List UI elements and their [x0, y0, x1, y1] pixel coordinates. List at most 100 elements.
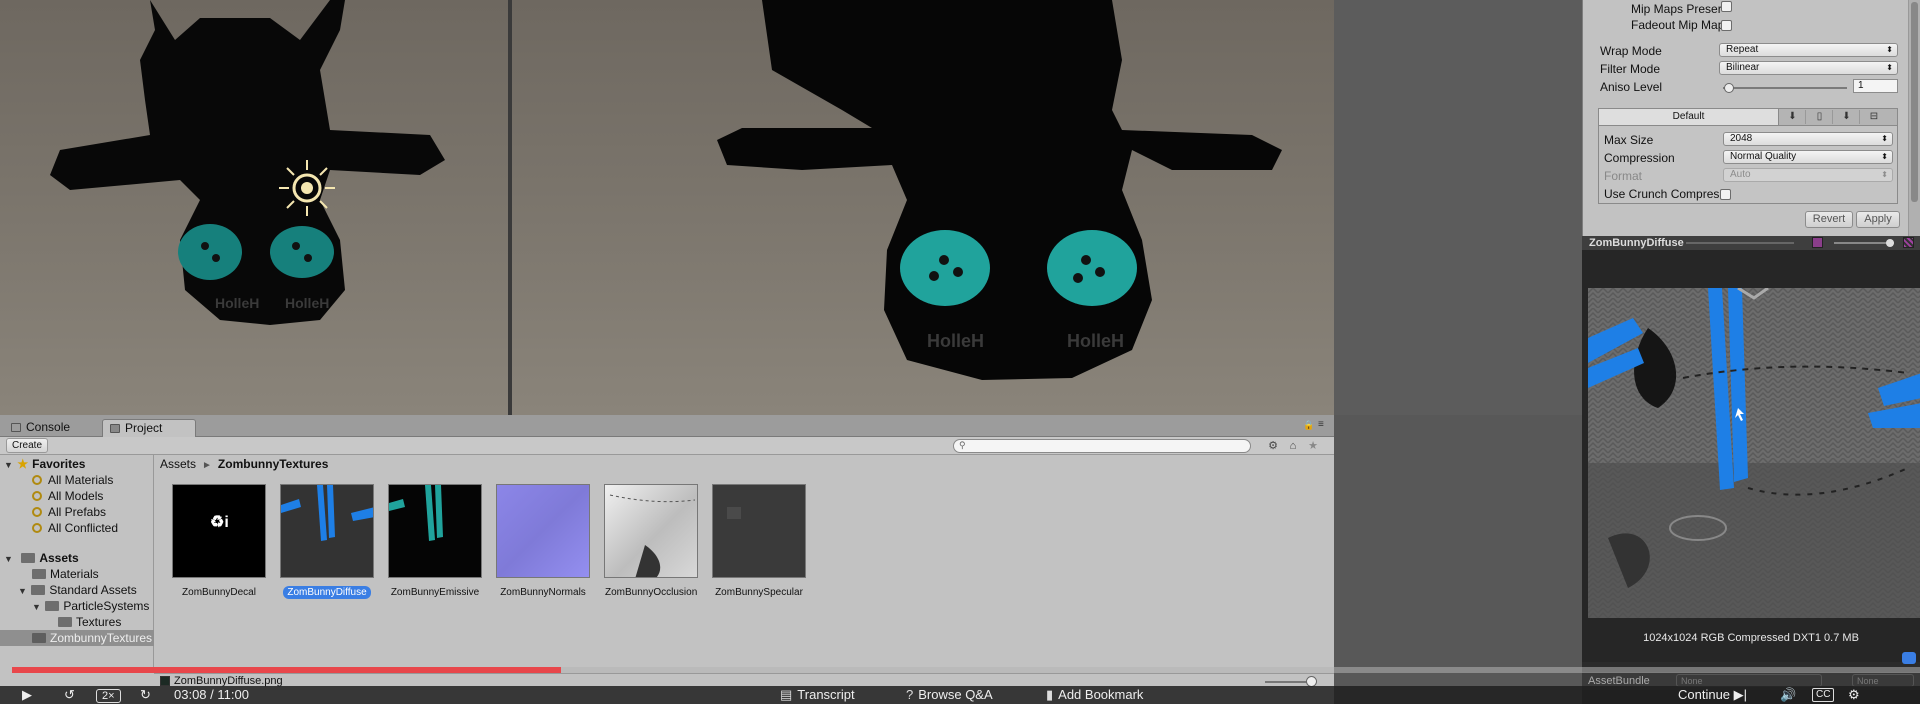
preview-header-divider	[1686, 242, 1794, 244]
mip-slider[interactable]	[1834, 242, 1894, 244]
asset-zombunny-decal[interactable]: ♻i ZomBunnyDecal	[169, 484, 269, 598]
scene-view[interactable]: HolleH HolleH	[0, 0, 508, 415]
alpha-channel-icon[interactable]	[1903, 237, 1914, 248]
aniso-level-slider[interactable]	[1723, 87, 1847, 89]
favorite-label: All Materials	[48, 473, 114, 487]
right-eye-patch	[270, 226, 334, 278]
label-tag-icon[interactable]	[1902, 652, 1916, 664]
asset-label: ZomBunnyOcclusion	[605, 587, 698, 598]
transcript-button[interactable]: ▤ Transcript	[780, 687, 855, 703]
asset-zombunny-occlusion[interactable]: ZomBunnyOcclusion	[601, 484, 701, 598]
asset-zombunny-diffuse[interactable]: ZomBunnyDiffuse	[277, 484, 377, 599]
tree-materials[interactable]: Materials	[32, 566, 99, 582]
zombunny-textures-label: ZombunnyTextures	[50, 631, 153, 645]
lock-icon[interactable]: 🔒	[1303, 420, 1314, 431]
download-icon[interactable]: ⬇	[1780, 110, 1806, 124]
favorite-all-conflicted[interactable]: All Conflicted	[32, 520, 118, 536]
transcript-label: Transcript	[797, 687, 855, 702]
mip-maps-preserve-checkbox[interactable]	[1721, 1, 1732, 12]
search-icon	[32, 491, 42, 501]
add-bookmark-button[interactable]: ▮ Add Bookmark	[1046, 687, 1143, 703]
textures-label: Textures	[76, 615, 122, 629]
tab-console[interactable]: Console	[4, 419, 100, 437]
search-icon	[32, 475, 42, 485]
svg-text:HolleH: HolleH	[1067, 331, 1124, 351]
favorite-all-materials[interactable]: All Materials	[32, 472, 113, 488]
forward-icon[interactable]: ↻	[140, 687, 151, 703]
fadeout-mip-maps-checkbox[interactable]	[1721, 20, 1732, 31]
search-by-type-icon[interactable]: ⚙	[1266, 439, 1280, 453]
browse-qa-button[interactable]: ? Browse Q&A	[906, 687, 993, 703]
materials-label: Materials	[50, 567, 99, 581]
zombunny-model-closeup: HolleH HolleH	[717, 0, 1282, 380]
fold-arrow-icon[interactable]: ▼	[4, 554, 14, 564]
fold-arrow-icon[interactable]: ▼	[18, 586, 28, 596]
favorite-all-prefabs[interactable]: All Prefabs	[32, 504, 106, 520]
asset-zombunny-emissive[interactable]: ZomBunnyEmissive	[385, 484, 485, 598]
search-by-label-icon[interactable]: ⌂	[1286, 439, 1300, 453]
dropdown-arrow-icon: ⬍	[1881, 134, 1888, 143]
project-search-input[interactable]: ⚲	[953, 439, 1251, 453]
apply-button[interactable]: Apply	[1856, 211, 1900, 228]
project-panel: Console Project 🔒 ≡ Create ▾ ⚲ ⚙ ⌂ ★ ▼	[0, 415, 1334, 704]
play-icon[interactable]: ▶	[22, 687, 32, 703]
aniso-level-field[interactable]: 1	[1853, 79, 1898, 93]
dropdown-arrow-icon: ⬍	[1886, 45, 1893, 54]
tree-textures[interactable]: Textures	[58, 614, 121, 630]
save-search-star-icon[interactable]: ★	[1306, 439, 1320, 453]
favorite-all-models[interactable]: All Models	[32, 488, 103, 504]
platform-settings-box: Default ⬇ ▯ ⬇ ⊟ Max Size 2048 ⬍ Compressi…	[1598, 108, 1898, 204]
max-size-dropdown[interactable]: 2048 ⬍	[1723, 132, 1893, 146]
rewind-icon[interactable]: ↺	[64, 687, 75, 703]
wrap-mode-dropdown[interactable]: Repeat ⬍	[1719, 43, 1898, 57]
empty-dock-area-lower	[1334, 415, 1582, 704]
mobile-icon[interactable]: ▯	[1807, 110, 1833, 124]
search-icon: ⚲	[959, 440, 966, 450]
platform-tab-default[interactable]: Default	[1599, 109, 1779, 125]
tree-particle-systems[interactable]: ▼ ParticleSystems	[32, 598, 149, 614]
compression-dropdown[interactable]: Normal Quality ⬍	[1723, 150, 1893, 164]
tab-project[interactable]: Project	[102, 419, 196, 437]
playback-speed-button[interactable]: 2×	[96, 687, 121, 703]
tree-standard-assets[interactable]: ▼ Standard Assets	[18, 582, 137, 598]
tree-zombunny-textures[interactable]: ZombunnyTextures	[0, 630, 154, 646]
search-icon	[32, 523, 42, 533]
filter-mode-dropdown[interactable]: Bilinear ⬍	[1719, 61, 1898, 75]
asset-zombunny-normals[interactable]: ZomBunnyNormals	[493, 484, 593, 598]
rgb-channel-icon[interactable]	[1812, 237, 1823, 248]
aniso-level-slider-knob[interactable]	[1724, 83, 1734, 93]
fold-arrow-icon[interactable]: ▼	[4, 460, 14, 470]
texture-preview: 1024x1024 RGB Compressed DXT1 0.7 MB	[1582, 250, 1920, 664]
panel-menu-icon[interactable]: ≡	[1318, 419, 1324, 430]
format-value: Auto	[1730, 169, 1751, 180]
fold-arrow-icon[interactable]: ▼	[32, 602, 42, 612]
use-crunch-label: Use Crunch Compres	[1604, 187, 1720, 201]
continue-button[interactable]: Continue ▶|	[1678, 687, 1747, 703]
captions-button[interactable]: CC	[1812, 688, 1835, 702]
android-download-icon[interactable]: ⬇	[1834, 110, 1860, 124]
video-progress-bar[interactable]	[12, 667, 1920, 673]
create-button[interactable]: Create ▾	[6, 438, 48, 464]
settings-gear-icon[interactable]: ⚙	[1848, 687, 1860, 703]
mip-slider-knob[interactable]	[1886, 239, 1894, 247]
use-crunch-checkbox[interactable]	[1720, 188, 1732, 200]
inspector-scroll-thumb[interactable]	[1911, 2, 1918, 202]
breadcrumb: Assets ► ZombunnyTextures	[160, 455, 328, 473]
filter-mode-label: Filter Mode	[1600, 62, 1661, 76]
inspector-scrollbar[interactable]	[1908, 0, 1920, 236]
tree-assets[interactable]: ▼ Assets	[4, 550, 79, 566]
left-eye-patch	[178, 224, 242, 280]
breadcrumb-current[interactable]: ZombunnyTextures	[218, 457, 328, 471]
game-view[interactable]: HolleH HolleH	[512, 0, 1334, 415]
tree-favorites[interactable]: ▼ ★ Favorites	[4, 456, 85, 472]
asset-zombunny-specular[interactable]: ZomBunnySpecular	[709, 484, 809, 598]
html5-icon[interactable]: ⊟	[1861, 110, 1887, 124]
revert-button[interactable]: Revert	[1805, 211, 1853, 228]
project-toolbar: Create ▾ ⚲ ⚙ ⌂ ★	[0, 437, 1334, 464]
breadcrumb-assets[interactable]: Assets	[160, 457, 196, 471]
filter-mode-value: Bilinear	[1726, 62, 1760, 73]
volume-icon[interactable]: 🔊	[1780, 687, 1796, 703]
asset-thumbnail-icon	[160, 676, 170, 686]
question-icon: ?	[906, 687, 914, 702]
favorite-label: All Models	[48, 489, 104, 503]
